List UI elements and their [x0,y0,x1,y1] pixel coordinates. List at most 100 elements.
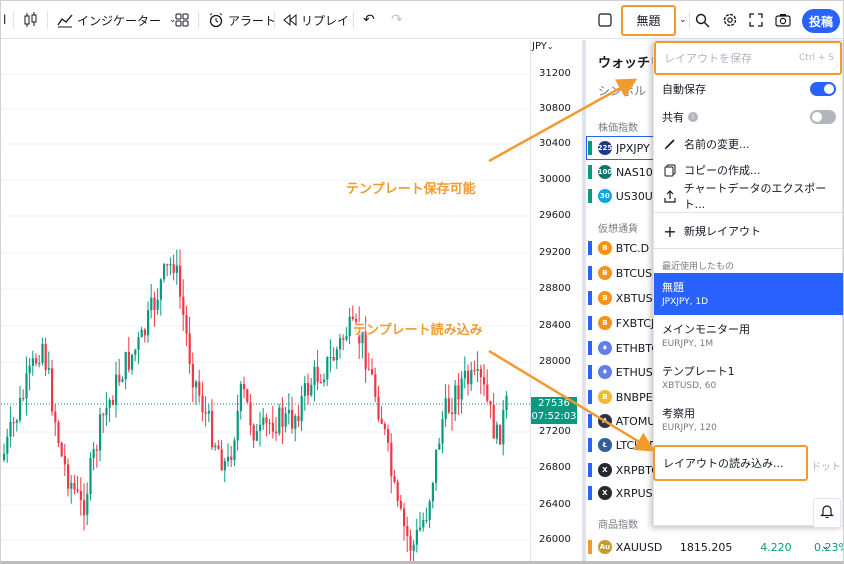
redo-button[interactable]: ↷ [391,1,403,39]
currency-label: JPY [532,41,547,52]
annotation-save-note: テンプレート保存可能 [346,182,476,197]
candle-body [492,404,495,439]
candle-body [83,500,86,516]
share-label: 共有 [662,111,684,124]
candle-body [188,333,191,364]
recent-layout-item[interactable]: メインモニター用 EURJPY, 1M [654,315,843,357]
candle-body [233,440,236,460]
candle-body [73,482,76,490]
autosave-toggle[interactable] [810,82,836,96]
section-header-crypto[interactable]: 仮想通貨 [598,220,638,235]
change-percent: 0.23% [814,540,843,554]
candle-body [156,299,159,310]
svg-text:l: l [3,13,6,27]
alert-button[interactable]: アラート [208,1,276,39]
undo-button[interactable]: ↶ [363,1,375,39]
app-window: l インジケーター ⌄ アラート リプレイ ↶ ↷ 無題 ⌄ 投稿 31200 … [0,0,844,564]
candle-body [207,411,210,414]
flag-marker[interactable] [588,438,592,452]
flag-marker[interactable] [588,341,592,355]
fullscreen-layout-button[interactable] [598,1,612,39]
autosave-item[interactable]: 自動保存 [654,75,843,103]
snapshot-button[interactable] [775,1,791,39]
flag-marker[interactable] [588,141,592,155]
candle-body [111,400,114,405]
candle-body [294,416,297,429]
flag-marker[interactable] [588,463,592,477]
save-layout-item[interactable]: レイアウトを保存 Ctrl + S [654,41,842,75]
flag-marker[interactable] [588,189,592,203]
recent-layout-symbol: XBTUSD, 60 [662,381,717,391]
section-header-commodities[interactable]: 商品指数 [598,516,638,531]
candle-body [239,383,242,411]
section-header-indices[interactable]: 株価指数 [598,119,638,134]
flag-marker[interactable] [588,486,592,500]
candle-body [179,265,182,297]
candlestick-chart[interactable] [1,40,530,564]
candle-body [403,508,406,527]
flag-marker[interactable] [588,165,592,179]
recent-layout-item[interactable]: 無題 JPXJPY, 1D [654,273,843,315]
candle-body [169,264,172,266]
price-tick: 29200 [539,247,571,258]
candle-body [332,357,335,361]
flag-marker[interactable] [588,241,592,255]
candle-body [63,456,66,465]
share-toggle[interactable] [810,110,836,124]
new-layout-item[interactable]: + 新規レイアウト [654,218,843,244]
flag-marker[interactable] [588,390,592,404]
candle-body [441,419,444,444]
flag-marker[interactable] [588,540,592,554]
candle-body [342,338,345,340]
alerts-side-button[interactable] [813,498,841,528]
search-button[interactable] [695,1,710,39]
new-layout-label: 新規レイアウト [684,225,761,238]
chevron-double-down-icon[interactable]: ⌄ [821,541,829,552]
recent-layout-item[interactable]: 考察用 EURJPY, 120 [654,399,843,441]
rename-item[interactable]: 名前の変更... [654,131,843,157]
flag-marker[interactable] [588,414,592,428]
candle-body [307,383,310,396]
watchlist-row[interactable]: AuXAUUSD 1815.205 4.220 0.23% [586,535,843,559]
candle-style-button[interactable] [23,1,39,39]
indicators-button[interactable]: インジケーター ⌄ [57,1,177,39]
flag-marker[interactable] [588,291,592,305]
candle-body [201,395,204,413]
candle-body [326,357,329,380]
share-item[interactable]: 共有 i [654,103,843,131]
candle-body [35,358,38,364]
symbol-logo-icon: Ł [597,438,612,452]
settings-button[interactable] [722,1,738,39]
templates-button[interactable] [175,1,189,39]
candle-body [479,369,482,378]
currency-selector[interactable]: JPY⌄ [532,41,554,52]
price-tick: 30400 [539,138,571,149]
flag-marker[interactable] [588,316,592,330]
candle-body [502,410,505,445]
candle-body [19,398,22,421]
recent-layout-name: 無題 [662,281,684,294]
candle-body [335,349,338,361]
flag-marker[interactable] [588,365,592,379]
fullscreen-button[interactable] [749,1,763,39]
load-layout-item[interactable]: レイアウトの読み込み... [653,445,808,481]
candle-body [9,422,12,437]
candle-body [483,377,486,385]
symbol-logo-icon: A [597,414,612,428]
recent-layout-item[interactable]: テンプレート1 XBTUSD, 60 [654,357,843,399]
symbol-column-header[interactable]: シンボル [598,82,646,99]
publish-button[interactable]: 投稿 [802,9,840,33]
price-tick: 31200 [539,68,571,79]
candle-body [236,410,239,441]
candle-body [105,407,108,416]
price-axis[interactable]: 31200 30800 30400 30000 29600 29200 28800 28400… [530,40,582,561]
candle-body [300,395,303,422]
replay-button[interactable]: リプレイ [283,1,349,39]
layout-chevron-icon[interactable]: ⌄ [679,1,687,39]
candle-body [275,431,278,434]
flag-marker[interactable] [588,266,592,280]
timeframe-menu-button[interactable]: l [3,1,11,39]
layout-name-button[interactable]: 無題 [621,5,676,36]
export-data-item[interactable]: チャートデータのエクスポート... [654,182,843,211]
candles-icon [23,11,39,29]
